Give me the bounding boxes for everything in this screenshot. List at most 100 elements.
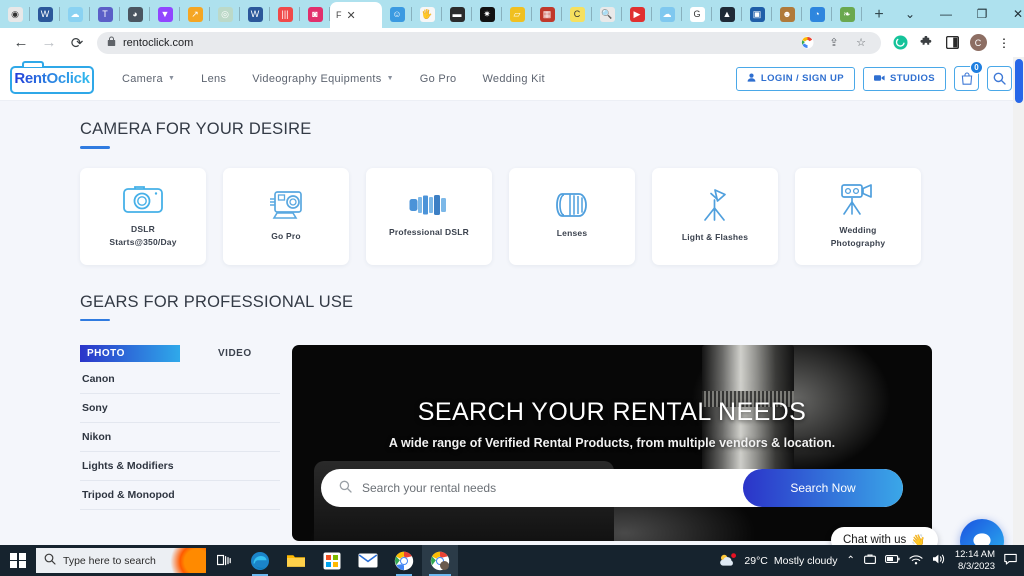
address-bar[interactable]: rentoclick.com ⇪ ☆ [97, 31, 881, 54]
tab-teams[interactable]: T [90, 0, 120, 28]
tab-star[interactable]: ✷ [472, 0, 502, 28]
search-input[interactable]: Search your rental needs [362, 481, 743, 495]
login-signup-button[interactable]: LOGIN / SIGN UP [735, 66, 855, 91]
wifi-icon[interactable] [909, 554, 923, 568]
active-tab[interactable]: F ✕ [330, 2, 382, 28]
side-panel-icon[interactable] [940, 30, 964, 56]
tab-keyboard[interactable]: ▬ [442, 0, 472, 28]
tab-cloud[interactable]: ☁ [652, 0, 682, 28]
nav-item-videography-equipments[interactable]: Videography Equipments ▼ [252, 73, 394, 85]
cart-button[interactable]: 0 [954, 61, 983, 91]
taskbar-clock[interactable]: 12:14 AM 8/3/2023 [955, 549, 995, 573]
nav-item-go-pro[interactable]: Go Pro [420, 73, 457, 85]
leaf-icon: ❧ [839, 6, 855, 22]
category-card-dslr[interactable]: DSLR Starts@350/Day [80, 167, 206, 265]
hand-icon: 🖐 [419, 6, 435, 22]
nav-item-camera[interactable]: Camera ▼ [122, 73, 175, 85]
gears-tab-video[interactable]: VIDEO [180, 345, 280, 362]
site-logo[interactable]: RentOclick [8, 60, 96, 95]
task-view-button[interactable] [206, 545, 242, 576]
studios-button[interactable]: STUDIOS [862, 66, 946, 91]
brand-item-tripod-monopod[interactable]: Tripod & Monopod [80, 481, 280, 510]
battery-icon[interactable] [884, 554, 900, 567]
google-lens-icon[interactable] [797, 33, 817, 53]
close-window-button[interactable]: ✕ [1000, 0, 1024, 28]
volume-icon[interactable] [932, 553, 946, 568]
category-card-go-pro[interactable]: Go Pro [223, 167, 349, 265]
tab-word-2[interactable]: W [240, 0, 270, 28]
hero-search-bar[interactable]: Search your rental needs Search Now [321, 469, 903, 507]
brand-item-lights-modifiers[interactable]: Lights & Modifiers [80, 452, 280, 481]
tab-hand[interactable]: 🖐 [412, 0, 442, 28]
tab-play[interactable]: ▶ [622, 0, 652, 28]
search-button[interactable] [987, 66, 1012, 91]
chat-bubble[interactable]: Chat with us 👋 [831, 527, 938, 545]
new-tab-button[interactable]: + [866, 2, 892, 28]
reload-icon[interactable]: ⟳ [64, 30, 90, 56]
tab-avatar[interactable]: ☻ [772, 0, 802, 28]
tab-analytics[interactable]: ↗ [180, 0, 210, 28]
profile-avatar[interactable]: C [966, 30, 990, 56]
maximize-button[interactable]: ❐ [964, 0, 1000, 28]
bookmark-star-icon[interactable]: ☆ [851, 33, 871, 53]
tab-instagram[interactable]: ◙ [300, 0, 330, 28]
tab-globe[interactable]: ◕ [120, 0, 150, 28]
taskbar-edge[interactable] [242, 545, 278, 576]
gears-section-title: GEARS FOR PROFESSIONAL USE [80, 292, 354, 311]
browser-menu-icon[interactable]: ⋮ [992, 30, 1016, 56]
start-button[interactable] [0, 545, 36, 576]
category-card-label: DSLR Starts@350/Day [109, 223, 177, 247]
tab-dark[interactable]: ▲ [712, 0, 742, 28]
tab-stripes[interactable]: ||| [270, 0, 300, 28]
share-icon[interactable]: ⇪ [824, 33, 844, 53]
brand-item-nikon[interactable]: Nikon [80, 423, 280, 452]
taskbar-file-explorer[interactable] [278, 545, 314, 576]
search-now-button[interactable]: Search Now [743, 469, 903, 507]
brand-item-sony[interactable]: Sony [80, 394, 280, 423]
tab-onedrive[interactable]: ☁ [60, 0, 90, 28]
taskbar-search-input[interactable]: Type here to search [63, 555, 156, 567]
taskbar-microsoft-store[interactable] [314, 545, 350, 576]
google-icon: G [689, 6, 705, 22]
gears-tab-photo[interactable]: PHOTO [80, 345, 180, 362]
taskbar-chrome-active[interactable] [422, 545, 458, 576]
tabs-container: ◉ W ☁ T ◕ ▼ ↗ ◎ W ||| ◙ F ✕ ☺ 🖐 ▬ ✷ ▱ ▦ C 🔍 ▶ ☁ G ▲ ▣ ☻ ◔ ❧ + [0, 0, 892, 28]
tab-word-1[interactable]: W [30, 0, 60, 28]
minimize-button[interactable]: — [928, 0, 964, 28]
back-icon[interactable]: ← [8, 30, 34, 56]
nav-item-lens[interactable]: Lens [201, 73, 226, 85]
onedrive-tray-icon[interactable] [863, 553, 876, 568]
category-card-wedding[interactable]: Wedding Photography [795, 167, 921, 265]
scrollbar-thumb[interactable] [1015, 59, 1023, 103]
tab-twitch[interactable]: ▼ [150, 0, 180, 28]
grammarly-icon[interactable] [888, 30, 912, 56]
tray-chevron-icon[interactable]: ⌃ [846, 555, 854, 566]
tab-google[interactable]: G [682, 0, 712, 28]
cloud-icon: ☁ [659, 6, 675, 22]
close-tab-icon[interactable]: ✕ [347, 9, 356, 22]
tab-zoom[interactable]: 🔍 [592, 0, 622, 28]
tab-red[interactable]: ▦ [532, 0, 562, 28]
taskbar-search[interactable]: Type here to search [36, 548, 206, 573]
weather-widget[interactable]: 29°C Mostly cloudy [718, 553, 837, 568]
tab-camera[interactable]: ▣ [742, 0, 772, 28]
brand-item-canon[interactable]: Canon [80, 365, 280, 394]
forward-icon[interactable]: → [36, 30, 62, 56]
taskbar-mail[interactable] [350, 545, 386, 576]
category-card-light-flashes[interactable]: Light & Flashes [652, 167, 778, 265]
tab-search-button[interactable]: ⌄ [892, 0, 928, 28]
category-card-lenses[interactable]: Lenses [509, 167, 635, 265]
tab-blue[interactable]: ◔ [802, 0, 832, 28]
tab-leaf[interactable]: ❧ [832, 0, 862, 28]
tab-1[interactable]: ◉ [0, 0, 30, 28]
tab-circle[interactable]: ◎ [210, 0, 240, 28]
page-scrollbar[interactable] [1013, 57, 1024, 545]
nav-item-wedding-kit[interactable]: Wedding Kit [482, 73, 544, 85]
tab-facebook[interactable]: ☺ [382, 0, 412, 28]
taskbar-chrome[interactable] [386, 545, 422, 576]
tab-pacman[interactable]: C [562, 0, 592, 28]
tab-yellow[interactable]: ▱ [502, 0, 532, 28]
category-card-professional-dslr[interactable]: Professional DSLR [366, 167, 492, 265]
extensions-icon[interactable] [914, 30, 938, 56]
notifications-icon[interactable] [1004, 553, 1017, 568]
